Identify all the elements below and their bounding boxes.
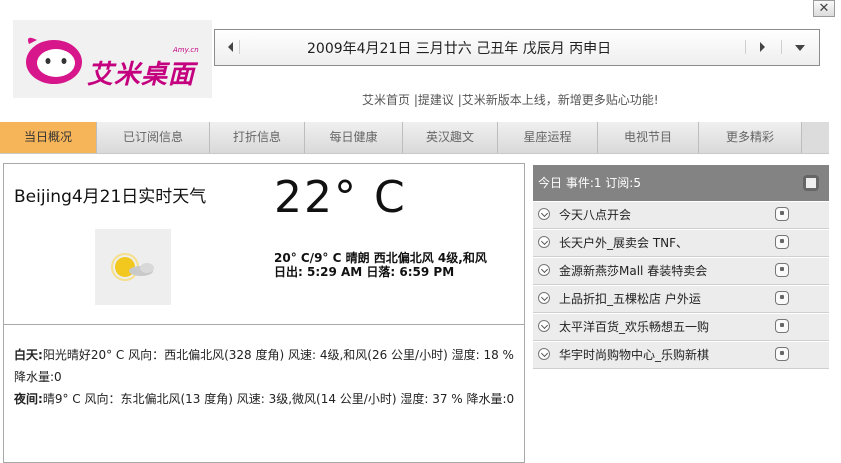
action-icon[interactable] (775, 347, 789, 361)
day-forecast: 阳光晴好20° C 风向：西北偏北风(328 度角) 风速: 4级,和风(26 … (14, 348, 514, 384)
prev-day-button[interactable] (227, 40, 240, 54)
day-label: 白天: (14, 348, 43, 362)
action-icon[interactable] (775, 263, 789, 277)
expand-icon[interactable] (538, 320, 550, 332)
settings-icon[interactable] (803, 175, 819, 191)
weather-summary: 20° C/9° C 晴朗 西北偏北风 4级,和风 (274, 251, 487, 265)
tab-bar: 当日概况 已订阅信息 打折信息 每日健康 英汉趣文 星座运程 电视节目 更多精彩 (0, 122, 829, 154)
tab-tv[interactable]: 电视节目 (598, 122, 699, 153)
link-feedback[interactable]: |提建议 (414, 93, 454, 107)
event-title: 上品折扣_五棵松店 户外运 (559, 292, 701, 306)
events-header: 今日 事件:1 订阅:5 (533, 165, 829, 201)
event-item[interactable]: 金源新燕莎Mall 春装特卖会 (533, 257, 829, 285)
event-title: 今天八点开会 (559, 208, 632, 222)
tab-english[interactable]: 英汉趣文 (403, 122, 498, 153)
link-home[interactable]: 艾米首页 (362, 93, 410, 107)
date-bar: 2009年4月21日 三月廿六 己丑年 戊辰月 丙申日 (214, 29, 820, 66)
weather-panel: Beijing4月21日实时天气 22° C 20° C/9° C 晴朗 西北偏… (3, 163, 525, 463)
expand-icon[interactable] (538, 264, 550, 276)
event-item[interactable]: 华宇时尚购物中心_乐购新棋 (533, 341, 829, 369)
arrow-right-icon (760, 42, 765, 52)
chevron-down-icon (795, 45, 805, 51)
events-summary: 今日 事件:1 订阅:5 (538, 176, 641, 190)
current-temperature: 22° C (274, 172, 407, 223)
action-icon[interactable] (775, 291, 789, 305)
tab-more[interactable]: 更多精彩 (699, 122, 802, 153)
events-panel: 今日 事件:1 订阅:5 今天八点开会 长天户外_展卖会 TNF、 金源新燕莎M… (533, 165, 829, 369)
date-text: 2009年4月21日 三月廿六 己丑年 戊辰月 丙申日 (307, 41, 612, 57)
weather-title: Beijing4月21日实时天气 (14, 187, 207, 207)
event-title: 华宇时尚购物中心_乐购新棋 (559, 348, 710, 362)
tab-overview[interactable]: 当日概况 (0, 122, 97, 153)
close-button[interactable]: ✕ (813, 0, 835, 17)
sunrise-sunset: 日出: 5:29 AM 日落: 6:59 PM (274, 265, 455, 279)
event-title: 金源新燕莎Mall 春装特卖会 (559, 264, 708, 278)
weather-icon (95, 229, 171, 305)
weather-divider (4, 324, 524, 325)
event-title: 太平洋百货_欢乐畅想五一购 (559, 320, 710, 334)
top-links: 艾米首页 |提建议 |艾米新版本上线，新增更多贴心功能! (362, 91, 659, 108)
next-day-button[interactable] (745, 40, 768, 54)
mascot-icon (26, 37, 82, 84)
logo-url: Amy.cn (173, 46, 199, 54)
tab-discounts[interactable]: 打折信息 (210, 122, 305, 153)
sunny-icon (111, 253, 154, 281)
expand-icon[interactable] (538, 348, 550, 360)
event-title: 长天户外_展卖会 TNF、 (559, 236, 689, 250)
event-item[interactable]: 上品折扣_五棵松店 户外运 (533, 285, 829, 313)
night-forecast: 晴9° C 风向：东北偏北风(13 度角) 风速: 3级,微风(14 公里/小时… (42, 392, 515, 406)
tab-horoscope[interactable]: 星座运程 (498, 122, 598, 153)
logo: 艾米桌面 Amy.cn (13, 20, 212, 98)
tab-health[interactable]: 每日健康 (305, 122, 403, 153)
event-list: 今天八点开会 长天户外_展卖会 TNF、 金源新燕莎Mall 春装特卖会 上品折… (533, 201, 829, 369)
arrow-left-icon (228, 42, 233, 52)
action-icon[interactable] (775, 235, 789, 249)
logo-text: 艾米桌面 (87, 60, 196, 90)
event-item[interactable]: 长天户外_展卖会 TNF、 (533, 229, 829, 257)
link-news[interactable]: |艾米新版本上线，新增更多贴心功能! (458, 93, 659, 107)
expand-icon[interactable] (538, 236, 550, 248)
expand-icon[interactable] (538, 208, 550, 220)
date-menu-button[interactable] (781, 40, 812, 54)
event-item[interactable]: 太平洋百货_欢乐畅想五一购 (533, 313, 829, 341)
action-icon[interactable] (775, 319, 789, 333)
event-item[interactable]: 今天八点开会 (533, 201, 829, 229)
weather-detail: 20° C/9° C 晴朗 西北偏北风 4级,和风 日出: 5:29 AM 日落… (274, 251, 514, 279)
tab-subscriptions[interactable]: 已订阅信息 (97, 122, 210, 153)
action-icon[interactable] (775, 207, 789, 221)
night-label: 夜间: (14, 392, 43, 406)
forecast-detail: 白天:阳光晴好20° C 风向：西北偏北风(328 度角) 风速: 4级,和风(… (14, 344, 519, 410)
expand-icon[interactable] (538, 292, 550, 304)
